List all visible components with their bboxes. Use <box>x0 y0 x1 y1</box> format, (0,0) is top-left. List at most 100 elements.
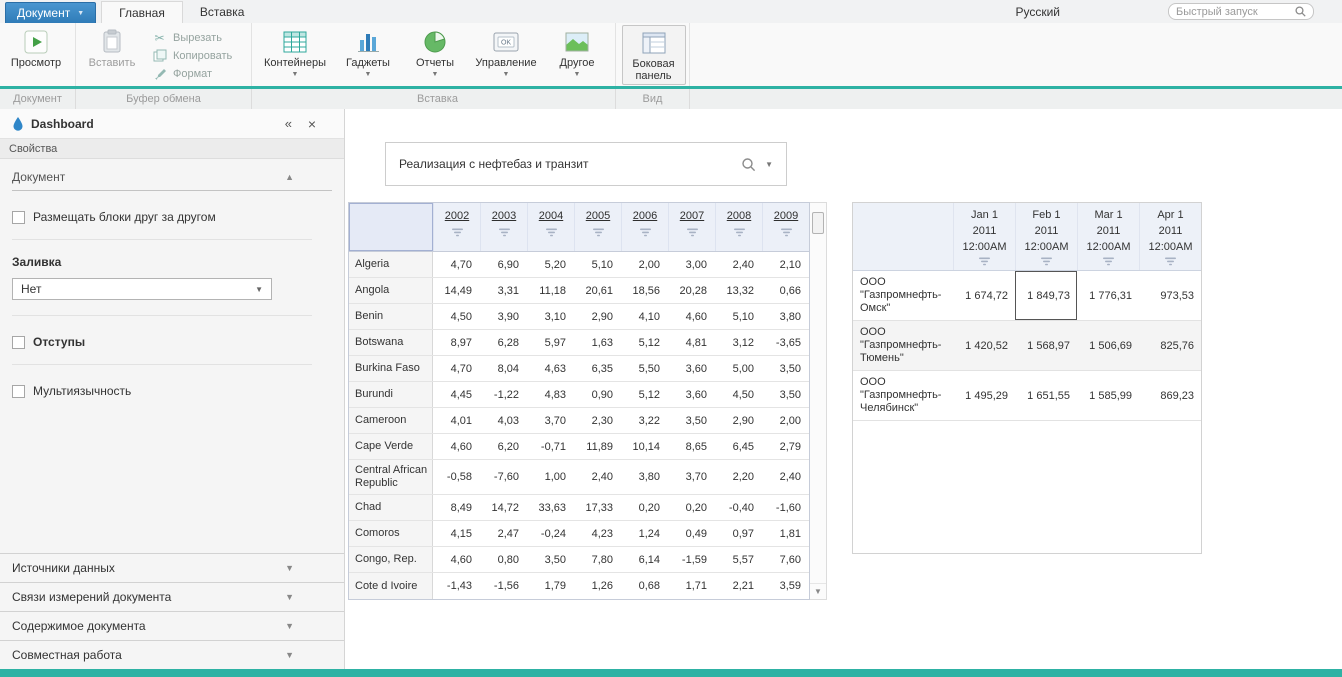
tab-home[interactable]: Главная <box>101 1 183 23</box>
data-cell[interactable]: 5,50 <box>621 356 668 381</box>
scrollbar-thumb[interactable] <box>812 212 824 234</box>
data-cell[interactable]: 0,97 <box>715 521 762 546</box>
other-button[interactable]: Другое ▼ <box>548 25 606 83</box>
data-cell[interactable]: 2,47 <box>480 521 527 546</box>
document-section-header[interactable]: Документ ▲ <box>12 170 332 191</box>
collapse-panel-button[interactable]: « <box>285 116 292 131</box>
data-cell[interactable]: 13,32 <box>715 278 762 303</box>
document-menu-button[interactable]: Документ ▼ <box>5 2 96 23</box>
right-table-column-header[interactable]: Apr 1201112:00AM <box>1139 203 1201 270</box>
data-cell[interactable]: 4,63 <box>527 356 574 381</box>
sidebar-section-header[interactable]: Содержимое документа▼ <box>0 611 344 640</box>
data-cell[interactable]: 4,70 <box>433 356 480 381</box>
data-cell[interactable]: 869,23 <box>1139 371 1201 420</box>
data-cell[interactable]: 0,68 <box>621 573 668 599</box>
row-header-cell[interactable]: Botswana <box>349 330 433 355</box>
data-cell[interactable]: 1,26 <box>574 573 621 599</box>
data-cell[interactable]: 2,40 <box>762 460 809 494</box>
row-header-cell[interactable]: Central African Republic <box>349 460 433 494</box>
filter-icon[interactable] <box>639 228 652 237</box>
data-cell[interactable]: 1 495,29 <box>953 371 1015 420</box>
data-cell[interactable]: 20,28 <box>668 278 715 303</box>
data-cell[interactable]: 2,00 <box>762 408 809 433</box>
data-cell[interactable]: 2,90 <box>715 408 762 433</box>
left-table-column-header[interactable]: 2008 <box>715 203 762 251</box>
data-cell[interactable]: 33,63 <box>527 495 574 520</box>
data-cell[interactable]: 8,97 <box>433 330 480 355</box>
data-cell[interactable]: 4,60 <box>433 547 480 572</box>
data-cell[interactable]: 4,60 <box>433 434 480 459</box>
data-cell[interactable]: 2,00 <box>621 252 668 277</box>
data-cell[interactable]: 2,40 <box>715 252 762 277</box>
reports-button[interactable]: Отчеты ▼ <box>406 25 464 83</box>
column-sort-link[interactable]: 2005 <box>586 210 610 222</box>
management-button[interactable]: OK Управление ▼ <box>470 25 542 83</box>
data-cell[interactable]: 4,50 <box>715 382 762 407</box>
filter-icon[interactable] <box>733 228 746 237</box>
data-cell[interactable]: 1 568,97 <box>1015 321 1077 370</box>
data-cell[interactable]: 10,14 <box>621 434 668 459</box>
data-cell[interactable]: 3,70 <box>668 460 715 494</box>
data-cell[interactable]: 8,04 <box>480 356 527 381</box>
data-cell[interactable]: 3,10 <box>527 304 574 329</box>
data-cell[interactable]: 5,10 <box>574 252 621 277</box>
data-cell[interactable]: -1,56 <box>480 573 527 599</box>
left-table-column-header[interactable]: 2003 <box>480 203 527 251</box>
data-cell[interactable]: 4,01 <box>433 408 480 433</box>
data-cell[interactable]: 3,90 <box>480 304 527 329</box>
preview-button[interactable]: Просмотр <box>4 25 68 83</box>
data-cell[interactable]: 6,45 <box>715 434 762 459</box>
filter-icon[interactable] <box>686 228 699 237</box>
data-cell[interactable]: 1 420,52 <box>953 321 1015 370</box>
data-cell[interactable]: 3,60 <box>668 356 715 381</box>
data-cell[interactable]: 0,66 <box>762 278 809 303</box>
row-header-cell[interactable]: Algeria <box>349 252 433 277</box>
row-header-cell[interactable]: Cote d Ivoire <box>349 573 433 599</box>
data-cell[interactable]: 0,80 <box>480 547 527 572</box>
cut-button[interactable]: ✂ Вырезать <box>152 31 232 44</box>
data-cell[interactable]: 3,70 <box>527 408 574 433</box>
data-cell[interactable]: -1,59 <box>668 547 715 572</box>
data-cell[interactable]: 2,90 <box>574 304 621 329</box>
data-cell[interactable]: 1,79 <box>527 573 574 599</box>
data-cell[interactable]: 2,20 <box>715 460 762 494</box>
checkbox[interactable] <box>12 385 25 398</box>
data-cell[interactable]: -1,60 <box>762 495 809 520</box>
data-cell[interactable]: 3,50 <box>527 547 574 572</box>
filter-icon[interactable] <box>978 257 991 266</box>
data-cell[interactable]: 1 776,31 <box>1077 271 1139 320</box>
column-sort-link[interactable]: 2007 <box>680 210 704 222</box>
right-table-column-header[interactable]: Jan 1201112:00AM <box>953 203 1015 270</box>
column-sort-link[interactable]: 2002 <box>445 210 469 222</box>
chevron-down-icon[interactable]: ▼ <box>765 160 773 169</box>
data-cell[interactable]: 18,56 <box>621 278 668 303</box>
data-cell[interactable]: -0,58 <box>433 460 480 494</box>
left-table-column-header[interactable]: 2002 <box>433 203 480 251</box>
row-header-cell[interactable]: Burkina Faso <box>349 356 433 381</box>
data-cell[interactable]: 5,12 <box>621 330 668 355</box>
right-table-column-header[interactable]: Mar 1201112:00AM <box>1077 203 1139 270</box>
left-table-corner-cell[interactable] <box>349 203 433 251</box>
sidebar-section-header[interactable]: Связи измерений документа▼ <box>0 582 344 611</box>
filter-icon[interactable] <box>1164 257 1177 266</box>
left-table-column-header[interactable]: 2007 <box>668 203 715 251</box>
data-cell[interactable]: -1,22 <box>480 382 527 407</box>
data-cell[interactable]: 0,20 <box>621 495 668 520</box>
copy-button[interactable]: Копировать <box>152 49 232 62</box>
column-sort-link[interactable]: 2006 <box>633 210 657 222</box>
data-cell[interactable]: 3,80 <box>621 460 668 494</box>
data-cell[interactable]: 6,28 <box>480 330 527 355</box>
data-cell[interactable]: 1,24 <box>621 521 668 546</box>
paste-button[interactable]: Вставить <box>80 25 144 83</box>
data-cell[interactable]: 4,23 <box>574 521 621 546</box>
place-blocks-checkbox-row[interactable]: Размещать блоки друг за другом <box>12 210 312 224</box>
column-sort-link[interactable]: 2003 <box>492 210 516 222</box>
data-cell[interactable]: -0,40 <box>715 495 762 520</box>
data-cell[interactable]: 5,10 <box>715 304 762 329</box>
data-cell[interactable]: 7,80 <box>574 547 621 572</box>
row-header-cell[interactable]: Cape Verde <box>349 434 433 459</box>
right-table-column-header[interactable]: Feb 1201112:00AM <box>1015 203 1077 270</box>
data-cell[interactable]: 11,18 <box>527 278 574 303</box>
data-cell[interactable]: 2,10 <box>762 252 809 277</box>
data-cell[interactable]: 1 506,69 <box>1077 321 1139 370</box>
